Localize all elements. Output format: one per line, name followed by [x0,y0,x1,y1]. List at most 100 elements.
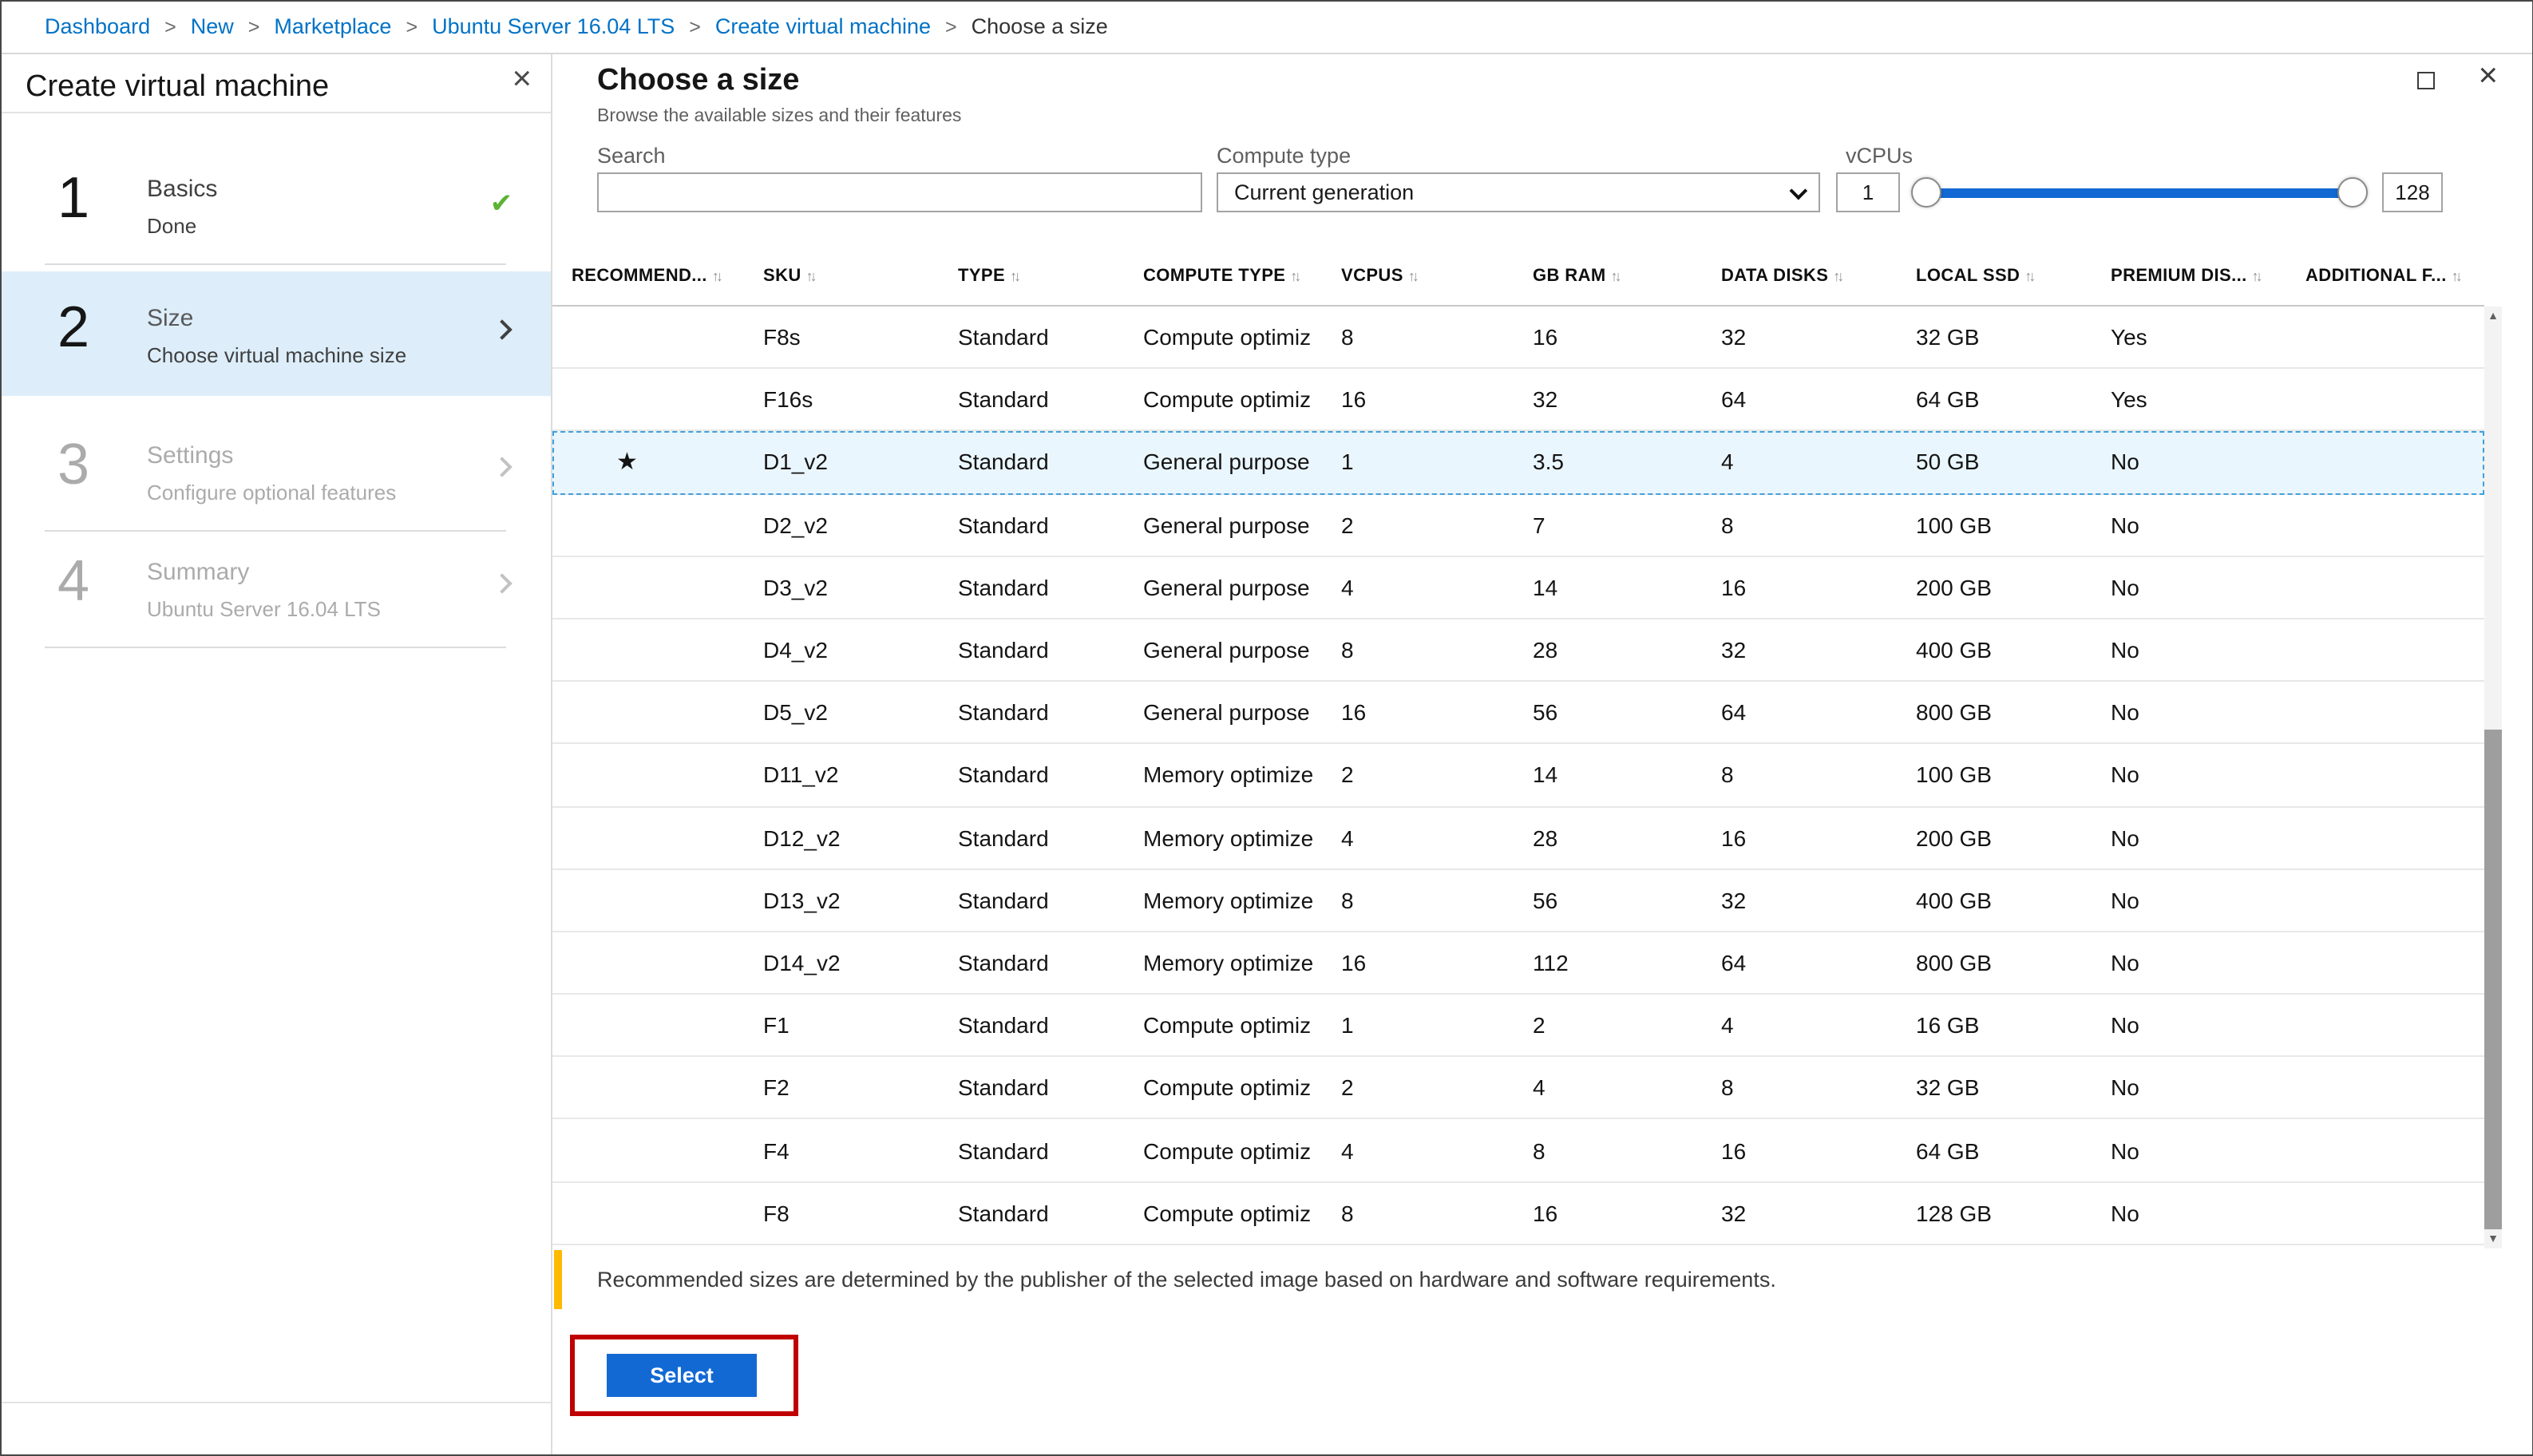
column-header[interactable]: SKU ↑↓ [763,267,958,286]
cell-compute_type: Compute optimiz [1143,324,1312,350]
step-number: 2 [57,294,90,359]
create-vm-header: Create virtual machine × [0,54,551,113]
cell-premium: No [2111,699,2139,726]
vcpus-slider[interactable] [1911,172,2368,212]
cell-local_ssd: 400 GB [1916,637,1992,663]
close-icon[interactable]: × [512,62,532,96]
sort-icon[interactable]: ↑↓ [2252,268,2263,284]
table-row[interactable]: F8s Standard Compute optimiz 8 16 32 32 GB Yes [552,307,2484,370]
column-header-label: VCPUS [1341,267,1403,286]
slider-handle-min[interactable] [1911,176,1941,207]
cell-type: Standard [958,1200,1049,1226]
compute-type-select[interactable]: Current generation [1217,172,1820,212]
breadcrumb-separator: > [945,15,957,38]
cell-premium: No [2111,637,2139,663]
column-header[interactable]: GB RAM ↑↓ [1533,267,1721,286]
select-button[interactable]: Select [607,1354,757,1397]
sort-icon[interactable]: ↑↓ [1833,268,1844,284]
sort-icon[interactable]: ↑↓ [806,268,817,284]
cell-type: Standard [958,949,1049,975]
scroll-up-icon[interactable]: ▲ [2484,307,2502,326]
cell-local_ssd: 200 GB [1916,574,1992,600]
sort-icon[interactable]: ↑↓ [2452,268,2463,284]
breadcrumb-item[interactable]: Create virtual machine [715,14,931,38]
column-header[interactable]: COMPUTE TYPE ↑↓ [1143,267,1341,286]
cell-premium: No [2111,825,2139,851]
table-row[interactable]: ★ D1_v2 Standard General purpose 1 3.5 4 50 GB N… [552,431,2484,495]
cell-sku: F4 [763,1138,790,1164]
scrollbar-thumb[interactable] [2484,730,2502,1229]
wizard-steps: 1 Basics Done ✔ 2 Size Choose virtual ma… [0,113,551,648]
table-row[interactable]: D3_v2 Standard General purpose 4 14 16 200 GB N… [552,556,2484,619]
step-basics[interactable]: 1 Basics Done ✔ [0,148,551,263]
table-row[interactable]: D12_v2 Standard Memory optimize 4 28 16 200 GB… [552,807,2484,870]
close-icon[interactable]: × [2478,59,2498,93]
table-row[interactable]: F2 Standard Compute optimiz 2 4 8 32 GB No [552,1057,2484,1120]
recommended-star-icon: ★ [616,449,638,477]
cell-premium: No [2111,762,2139,788]
slider-handle-max[interactable] [2337,176,2368,207]
vcpus-max-input[interactable]: 128 [2382,172,2443,212]
table-row[interactable]: D14_v2 Standard Memory optimize 16 112 64 800 … [552,932,2484,995]
table-row[interactable]: D11_v2 Standard Memory optimize 2 14 8 100 GB N… [552,744,2484,807]
sort-icon[interactable]: ↑↓ [1290,268,1301,284]
cell-vcpus: 2 [1341,512,1354,538]
cell-gb_ram: 56 [1533,887,1558,913]
cell-gb_ram: 28 [1533,825,1558,851]
step-label: Settings [147,442,234,469]
cell-compute_type: Memory optimize [1143,949,1314,975]
sort-icon[interactable]: ↑↓ [1611,268,1622,284]
breadcrumb-item[interactable]: New [191,14,234,38]
cell-data_disks: 64 [1721,386,1747,413]
cell-compute_type: General purpose [1143,637,1310,663]
scroll-down-icon[interactable]: ▼ [2484,1229,2502,1248]
step-label: Basics [147,176,218,203]
breadcrumb-item[interactable]: Dashboard [45,14,150,38]
cell-sku: F8 [763,1200,790,1226]
step-size[interactable]: 2 Size Choose virtual machine size [0,271,551,396]
table-row[interactable]: D13_v2 Standard Memory optimize 8 56 32 400 GB… [552,869,2484,932]
cell-local_ssd: 100 GB [1916,512,1992,538]
column-header[interactable]: DATA DISKS ↑↓ [1721,267,1916,286]
vertical-scrollbar[interactable]: ▲ ▼ [2484,307,2502,1248]
cell-vcpus: 4 [1341,574,1354,600]
sort-icon[interactable]: ↑↓ [1408,268,1419,284]
cell-local_ssd: 400 GB [1916,887,1992,913]
table-row[interactable]: F4 Standard Compute optimiz 4 8 16 64 GB No [552,1119,2484,1183]
sort-icon[interactable]: ↑↓ [2024,268,2036,284]
table-row[interactable]: D5_v2 Standard General purpose 16 56 64 800 GB… [552,682,2484,745]
column-header[interactable]: TYPE ↑↓ [958,267,1143,286]
column-header[interactable]: ADDITIONAL F... ↑↓ [2305,267,2484,286]
cell-compute_type: Memory optimize [1143,825,1314,851]
step-status [468,297,535,340]
sort-icon[interactable]: ↑↓ [712,268,723,284]
cell-gb_ram: 16 [1533,324,1558,350]
cell-data_disks: 16 [1721,825,1747,851]
table-row[interactable]: D4_v2 Standard General purpose 8 28 32 400 GB N… [552,619,2484,682]
cell-premium: No [2111,449,2139,475]
step-status: ✔ [468,168,535,217]
cell-vcpus: 8 [1341,324,1354,350]
column-header[interactable]: LOCAL SSD ↑↓ [1916,267,2111,286]
table-row[interactable]: D2_v2 Standard General purpose 2 7 8 100 GB No [552,494,2484,557]
breadcrumb-item[interactable]: Ubuntu Server 16.04 LTS [432,14,675,38]
column-header[interactable]: PREMIUM DIS... ↑↓ [2111,267,2305,286]
table-row[interactable]: F1 Standard Compute optimiz 1 2 4 16 GB No [552,995,2484,1058]
note-accent-bar [554,1250,562,1309]
column-header[interactable]: VCPUS ↑↓ [1341,267,1533,286]
table-row[interactable]: F16s Standard Compute optimiz 16 32 64 64 GB Ye… [552,369,2484,432]
slider-track[interactable] [1916,188,2363,198]
column-header[interactable]: RECOMMEND... ↑↓ [552,267,763,286]
search-input[interactable] [597,172,1202,212]
cell-local_ssd: 64 GB [1916,386,1980,413]
column-header-label: SKU [763,267,801,286]
cell-local_ssd: 32 GB [1916,324,1980,350]
table-row[interactable]: F8 Standard Compute optimiz 8 16 32 128 GB No [552,1182,2484,1245]
cell-type: Standard [958,386,1049,413]
vcpus-min-input[interactable]: 1 [1836,172,1900,212]
breadcrumb-item[interactable]: Marketplace [274,14,391,38]
cell-compute_type: Compute optimiz [1143,386,1312,413]
cell-gb_ram: 112 [1533,949,1569,975]
restore-window-icon[interactable] [2416,72,2434,89]
sort-icon[interactable]: ↑↓ [1010,268,1021,284]
